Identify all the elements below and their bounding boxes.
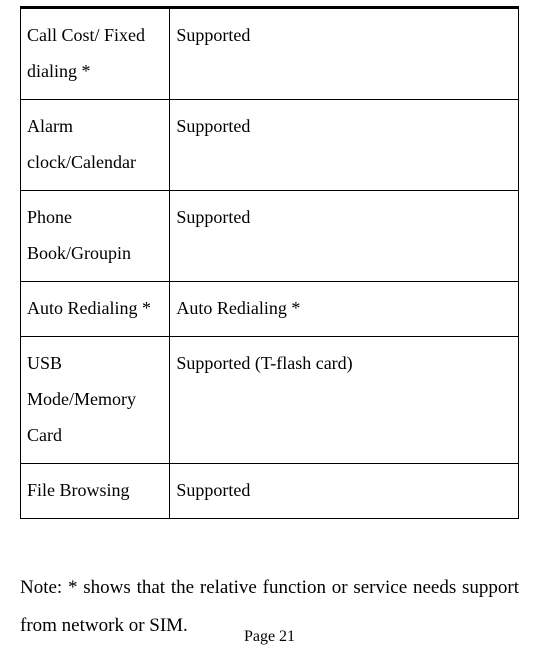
feature-cell: File Browsing: [21, 464, 170, 519]
table-row: USB Mode/Memory Card Supported (T-flash …: [21, 337, 519, 464]
value-cell: Supported: [170, 100, 519, 191]
value-cell: Supported: [170, 464, 519, 519]
value-cell: Supported (T-flash card): [170, 337, 519, 464]
feature-cell: Phone Book/Groupin: [21, 191, 170, 282]
page-number: Page 21: [0, 628, 539, 646]
table-row: Phone Book/Groupin Supported: [21, 191, 519, 282]
features-table: Call Cost/ Fixed dialing * Supported Ala…: [20, 8, 519, 519]
feature-cell: USB Mode/Memory Card: [21, 337, 170, 464]
table-row: Call Cost/ Fixed dialing * Supported: [21, 9, 519, 100]
table-row: File Browsing Supported: [21, 464, 519, 519]
value-cell: Auto Redialing *: [170, 282, 519, 337]
feature-cell: Call Cost/ Fixed dialing *: [21, 9, 170, 100]
table-row: Alarm clock/Calendar Supported: [21, 100, 519, 191]
feature-cell: Auto Redialing *: [21, 282, 170, 337]
value-cell: Supported: [170, 9, 519, 100]
value-cell: Supported: [170, 191, 519, 282]
table-row: Auto Redialing * Auto Redialing *: [21, 282, 519, 337]
feature-cell: Alarm clock/Calendar: [21, 100, 170, 191]
